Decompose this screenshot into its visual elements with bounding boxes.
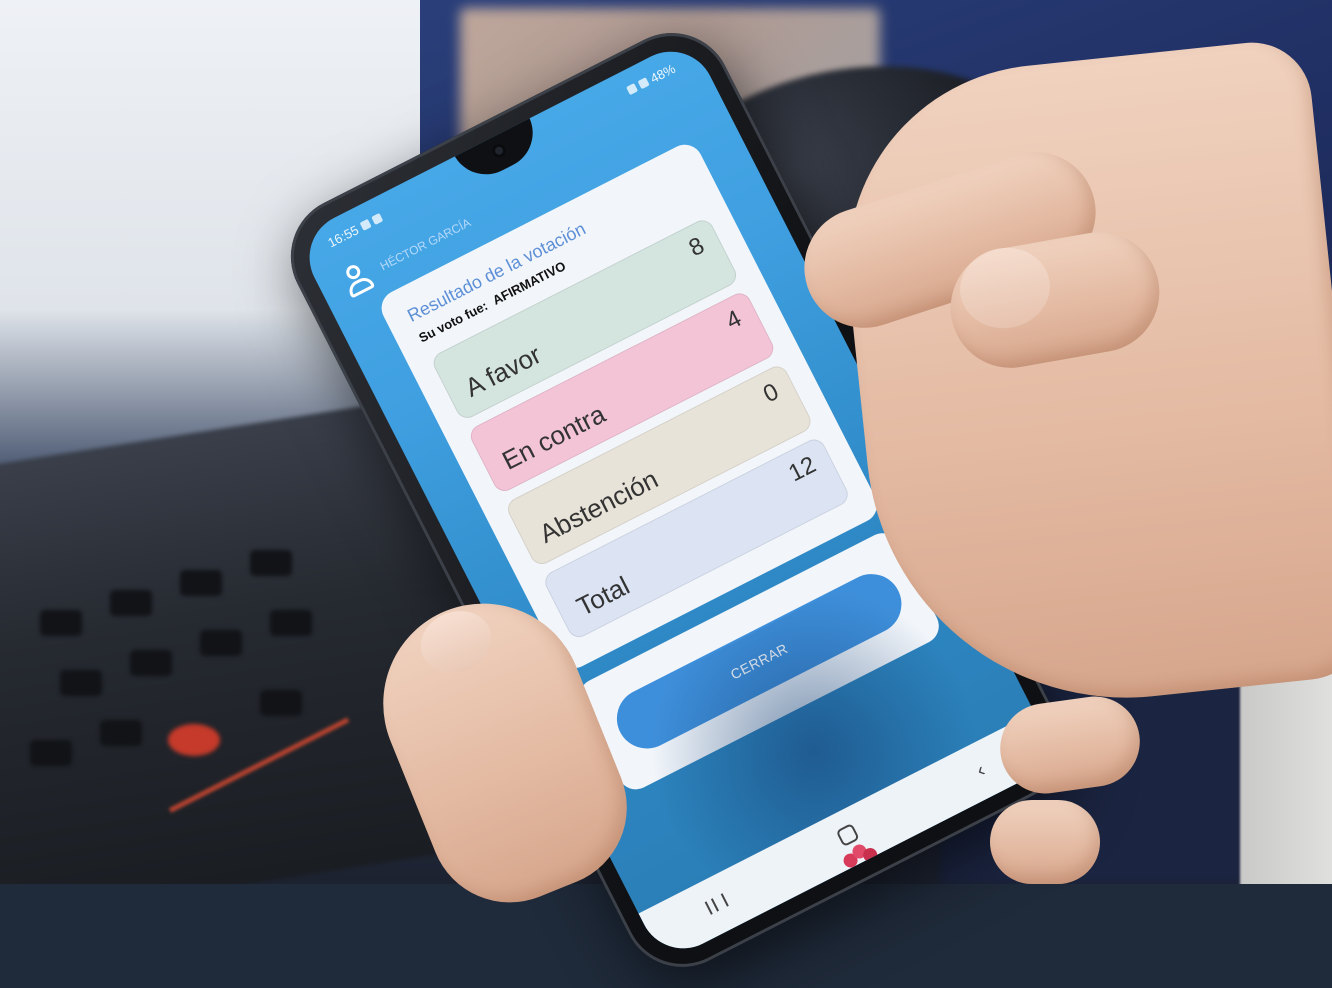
status-left: 16:55 xyxy=(325,210,384,250)
recent-apps-icon xyxy=(704,892,729,915)
keyboard-key xyxy=(130,650,172,676)
vote-stat-label: Total xyxy=(571,570,635,622)
notification-icon xyxy=(370,212,383,225)
vote-stat-value: 8 xyxy=(684,231,709,263)
notification-icon xyxy=(358,218,372,231)
trackpoint-red xyxy=(168,724,220,756)
keyboard-key xyxy=(200,630,242,656)
keyboard-key xyxy=(270,610,312,636)
vote-stat-value: 12 xyxy=(784,451,821,488)
vote-stat-label: A favor xyxy=(460,339,546,403)
keyboard-key xyxy=(180,570,222,596)
back-button[interactable]: ‹ xyxy=(958,751,1004,790)
battery-level: 48% xyxy=(647,60,678,86)
keyboard-key xyxy=(250,550,292,576)
user-avatar-icon[interactable] xyxy=(334,256,380,302)
keyboard-key xyxy=(260,690,302,716)
keyboard-key xyxy=(30,740,72,766)
keyboard-key xyxy=(110,590,152,616)
vote-stat-value: 0 xyxy=(758,378,784,409)
keyboard-key xyxy=(100,720,142,746)
status-right: 48% xyxy=(624,60,678,97)
recent-apps-button[interactable] xyxy=(694,886,740,925)
keyboard-key xyxy=(60,670,102,696)
vote-stat-value: 4 xyxy=(721,305,746,336)
status-time: 16:55 xyxy=(325,221,361,250)
wifi-icon xyxy=(625,82,638,95)
home-icon xyxy=(835,822,860,848)
keyboard-key xyxy=(40,610,82,636)
signal-icon xyxy=(637,76,650,89)
left-finger-bottom xyxy=(990,800,1100,884)
